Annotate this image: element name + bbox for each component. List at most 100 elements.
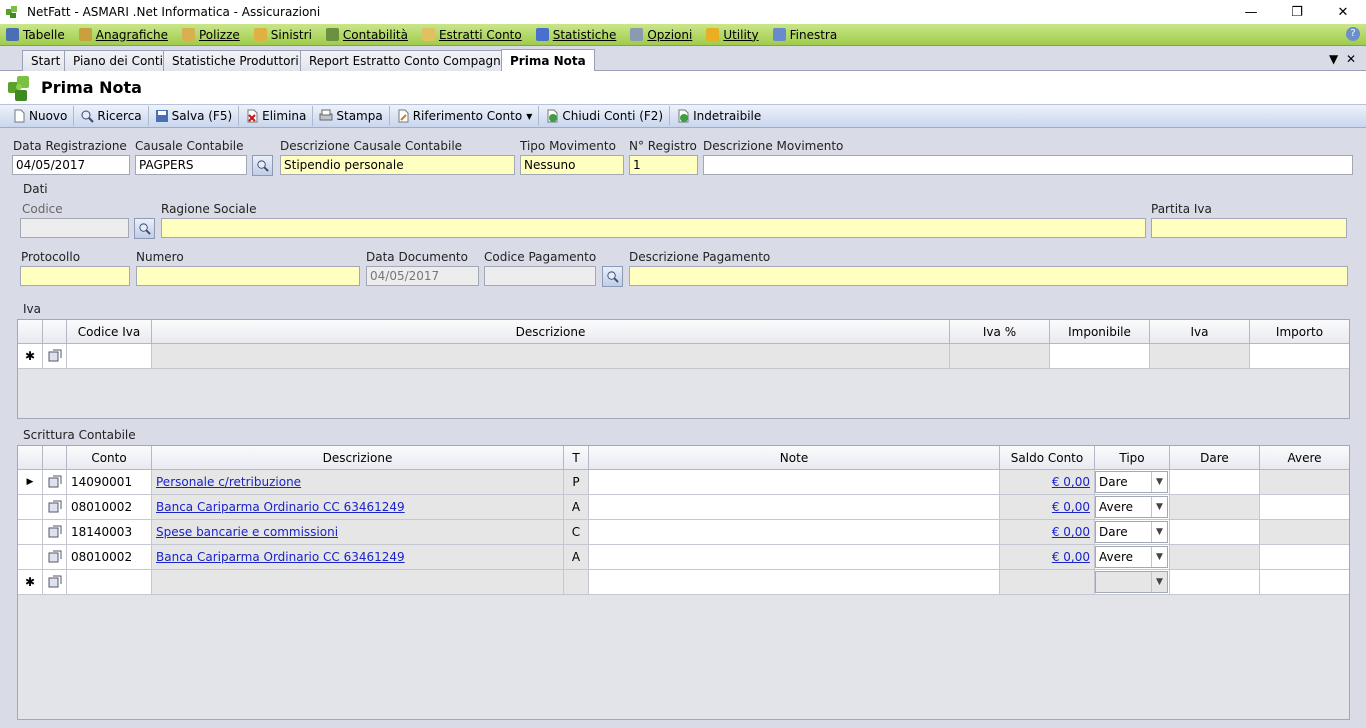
iva-imponibile-cell[interactable]: [1050, 344, 1150, 369]
sc-header-t[interactable]: T: [564, 446, 589, 470]
maximize-button[interactable]: ❐: [1274, 0, 1320, 24]
sc-header-avere[interactable]: Avere: [1260, 446, 1349, 470]
conto-cell[interactable]: 08010002: [67, 495, 152, 520]
tab-report-estratto-conto[interactable]: Report Estratto Conto Compagnie: [300, 50, 521, 71]
descrizione-cell[interactable]: Spese bancarie e commissioni: [152, 520, 564, 545]
lookup-icon[interactable]: [43, 545, 67, 570]
help-icon[interactable]: ?: [1346, 27, 1360, 41]
dare-cell[interactable]: [1170, 470, 1260, 495]
menu-opzioni[interactable]: Opzioni: [630, 25, 692, 45]
menu-estratti-conto[interactable]: Estratti Conto: [421, 25, 522, 45]
conto-cell[interactable]: [67, 570, 152, 595]
tipo-select[interactable]: Dare ▼: [1095, 521, 1168, 543]
lookup-icon[interactable]: [43, 344, 67, 369]
tab-piano-dei-conti[interactable]: Piano dei Conti: [64, 50, 172, 71]
saldo-cell[interactable]: € 0,00: [1000, 495, 1095, 520]
tab-prima-nota[interactable]: Prima Nota: [501, 49, 595, 71]
iva-header-importo[interactable]: Importo: [1250, 320, 1349, 344]
avere-cell[interactable]: [1260, 495, 1349, 520]
tipo-select[interactable]: Avere ▼: [1095, 546, 1168, 568]
tipo-select[interactable]: ▼: [1095, 571, 1168, 593]
stampa-button[interactable]: Stampa: [313, 106, 390, 126]
saldo-cell[interactable]: € 0,00: [1000, 470, 1095, 495]
riferimento-conto-button[interactable]: Riferimento Conto ▼: [390, 106, 540, 126]
descrizione-cell[interactable]: Banca Cariparma Ordinario CC 63461249: [152, 495, 564, 520]
note-cell[interactable]: [589, 470, 1000, 495]
partita-iva-field[interactable]: [1151, 218, 1347, 238]
saldo-link[interactable]: € 0,00: [1052, 475, 1090, 489]
ragione-sociale-field[interactable]: [161, 218, 1146, 238]
menu-anagrafiche[interactable]: Anagrafiche: [78, 25, 168, 45]
data-documento-field[interactable]: 04/05/2017: [366, 266, 479, 286]
descrizione-link[interactable]: Banca Cariparma Ordinario CC 63461249: [156, 550, 405, 564]
nuovo-button[interactable]: Nuovo: [6, 106, 75, 126]
note-cell[interactable]: [589, 570, 1000, 595]
iva-header-iva-perc[interactable]: Iva %: [950, 320, 1050, 344]
sc-header-dare[interactable]: Dare: [1170, 446, 1260, 470]
descrizione-causale-field[interactable]: Stipendio personale: [280, 155, 515, 175]
tab-list-dropdown-icon[interactable]: ▼: [1329, 52, 1338, 66]
menu-polizze[interactable]: Polizze: [181, 25, 240, 45]
iva-header-codice[interactable]: Codice Iva: [67, 320, 152, 344]
dare-cell[interactable]: [1170, 520, 1260, 545]
sc-header-descrizione[interactable]: Descrizione: [152, 446, 564, 470]
causale-search-button[interactable]: [252, 155, 273, 176]
descrizione-pagamento-field[interactable]: [629, 266, 1348, 286]
lookup-icon[interactable]: [43, 520, 67, 545]
n-registro-field[interactable]: 1: [629, 155, 698, 175]
tab-statistiche-produttori[interactable]: Statistiche Produttori: [163, 50, 308, 71]
salva-button[interactable]: Salva (F5): [149, 106, 240, 126]
lookup-icon[interactable]: [43, 570, 67, 595]
ricerca-button[interactable]: Ricerca: [74, 106, 149, 126]
menu-tabelle[interactable]: Tabelle: [6, 25, 65, 45]
descrizione-movimento-field[interactable]: [703, 155, 1353, 175]
menu-contabilita[interactable]: Contabilità: [325, 25, 408, 45]
conto-cell[interactable]: 14090001: [67, 470, 152, 495]
descrizione-link[interactable]: Personale c/retribuzione: [156, 475, 301, 489]
menu-utility[interactable]: Utility: [706, 25, 759, 45]
saldo-cell[interactable]: € 0,00: [1000, 545, 1095, 570]
avere-cell[interactable]: [1260, 545, 1349, 570]
note-cell[interactable]: [589, 495, 1000, 520]
tipo-select[interactable]: Dare ▼: [1095, 471, 1168, 493]
tipo-movimento-field[interactable]: Nessuno: [520, 155, 624, 175]
elimina-button[interactable]: Elimina: [239, 106, 314, 126]
data-registrazione-field[interactable]: 04/05/2017: [12, 155, 130, 175]
protocollo-field[interactable]: [20, 266, 130, 286]
saldo-cell[interactable]: € 0,00: [1000, 520, 1095, 545]
note-cell[interactable]: [589, 520, 1000, 545]
minimize-button[interactable]: —: [1228, 0, 1274, 24]
conto-cell[interactable]: 08010002: [67, 545, 152, 570]
sc-header-note[interactable]: Note: [589, 446, 1000, 470]
close-button[interactable]: ✕: [1320, 0, 1366, 24]
descrizione-cell[interactable]: Personale c/retribuzione: [152, 470, 564, 495]
descrizione-link[interactable]: Spese bancarie e commissioni: [156, 525, 338, 539]
lookup-icon[interactable]: [43, 470, 67, 495]
dare-cell[interactable]: [1170, 570, 1260, 595]
menu-finestra[interactable]: Finestra: [772, 25, 837, 45]
conto-cell[interactable]: 18140003: [67, 520, 152, 545]
lookup-icon[interactable]: [43, 495, 67, 520]
saldo-link[interactable]: € 0,00: [1052, 550, 1090, 564]
saldo-link[interactable]: € 0,00: [1052, 500, 1090, 514]
indetraibile-button[interactable]: Indetraibile: [670, 106, 767, 126]
numero-field[interactable]: [136, 266, 360, 286]
codice-pagamento-field[interactable]: [484, 266, 596, 286]
iva-header-descrizione[interactable]: Descrizione: [152, 320, 950, 344]
chiudi-conti-button[interactable]: Chiudi Conti (F2): [539, 106, 671, 126]
codice-search-button[interactable]: [134, 218, 155, 239]
tab-close-icon[interactable]: ✕: [1346, 52, 1356, 66]
iva-importo-cell[interactable]: [1250, 344, 1349, 369]
sc-header-saldo[interactable]: Saldo Conto: [1000, 446, 1095, 470]
avere-cell[interactable]: [1260, 570, 1349, 595]
note-cell[interactable]: [589, 545, 1000, 570]
pagamento-search-button[interactable]: [602, 266, 623, 287]
sc-header-conto[interactable]: Conto: [67, 446, 152, 470]
codice-field[interactable]: [20, 218, 129, 238]
iva-codice-cell[interactable]: [67, 344, 152, 369]
sc-header-tipo[interactable]: Tipo: [1095, 446, 1170, 470]
saldo-link[interactable]: € 0,00: [1052, 525, 1090, 539]
iva-header-imponibile[interactable]: Imponibile: [1050, 320, 1150, 344]
menu-statistiche[interactable]: Statistiche: [535, 25, 616, 45]
tab-start[interactable]: Start: [22, 50, 70, 71]
